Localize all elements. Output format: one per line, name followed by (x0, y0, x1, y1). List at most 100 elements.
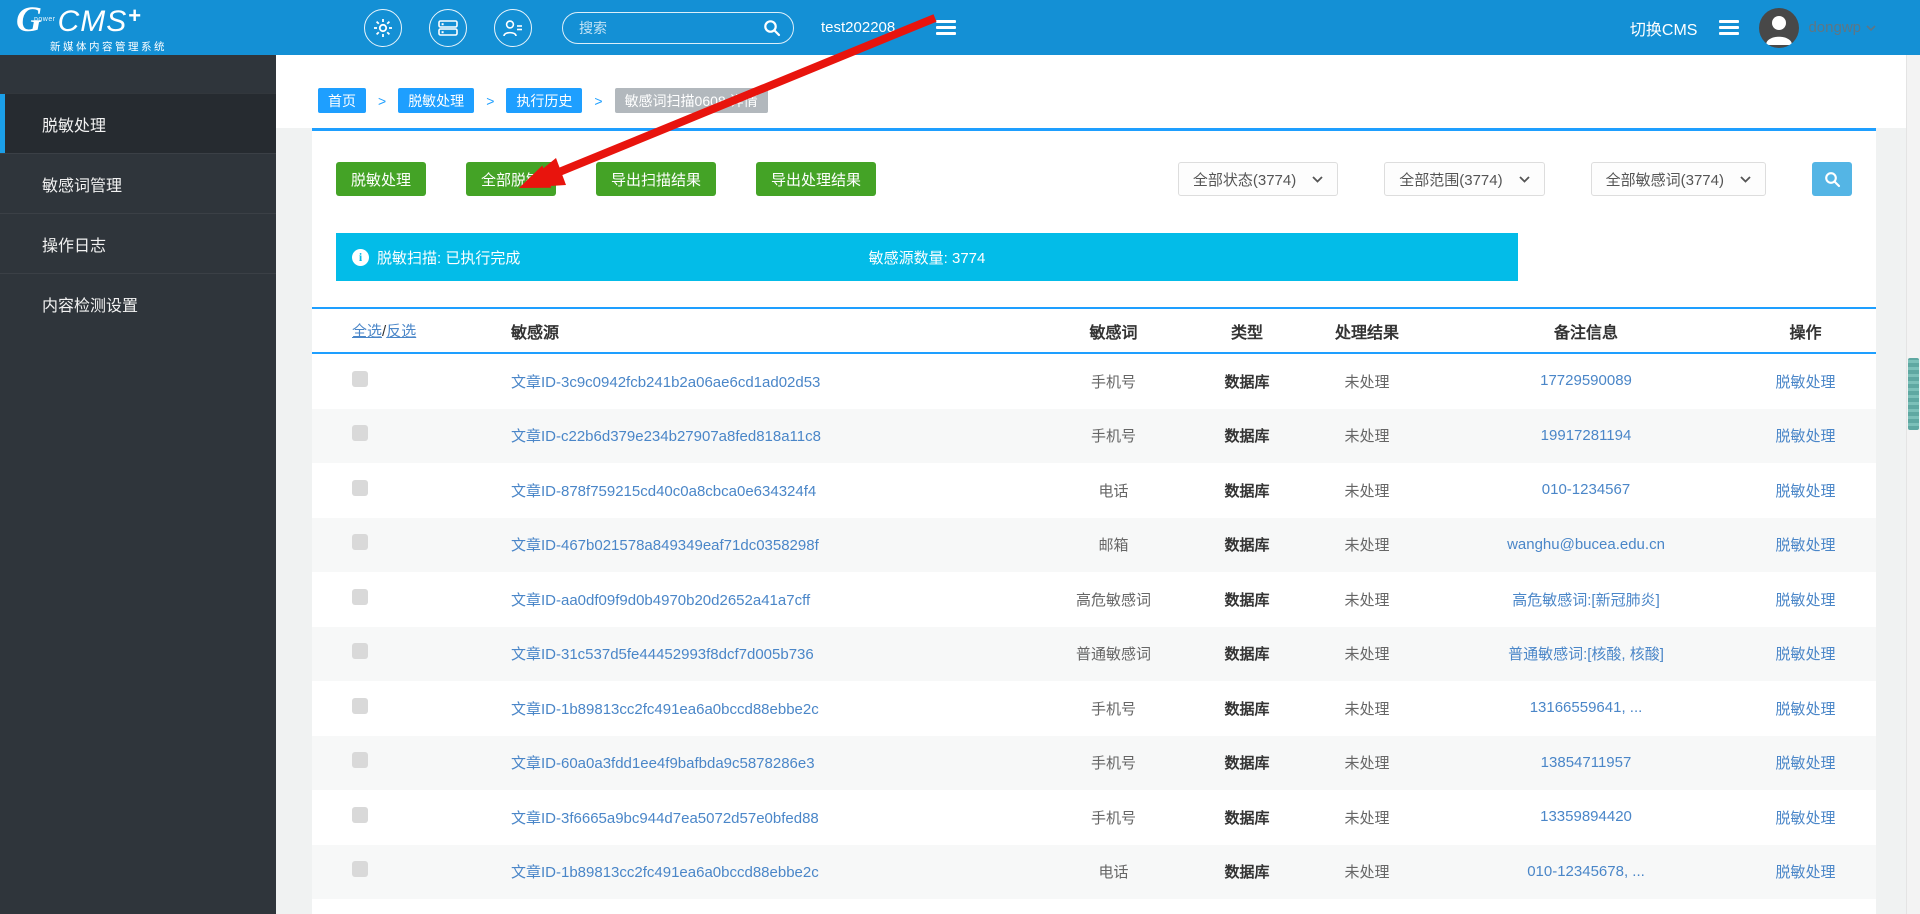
desensitize-action-link[interactable]: 脱敏处理 (1775, 428, 1835, 445)
source-link[interactable]: 文章ID-1b89813cc2fc491ea6a0bccd88ebbe2c (511, 864, 819, 881)
process-result-value: 未处理 (1344, 809, 1390, 827)
invert-select-link[interactable]: 反选 (386, 323, 416, 340)
modules-button[interactable] (429, 8, 467, 47)
remark-link[interactable]: 010-1234567 (1542, 481, 1630, 498)
desensitize-action-link[interactable]: 脱敏处理 (1775, 810, 1835, 827)
main-menu-icon[interactable] (1719, 20, 1740, 35)
desensitize-action-link[interactable]: 脱敏处理 (1775, 374, 1835, 391)
desensitize-all-button[interactable]: 全部脱敏 (466, 162, 557, 196)
row-checkbox[interactable] (352, 861, 368, 878)
process-result-value: 未处理 (1344, 700, 1390, 718)
scan-status-bar: i 脱敏扫描: 已执行完成 敏感源数量: 3774 (336, 233, 1518, 281)
source-link[interactable]: 文章ID-3c9c0942fcb241b2a06ae6cd1ad02d53 (511, 374, 820, 391)
desensitize-action-link[interactable]: 脱敏处理 (1775, 701, 1835, 718)
status-filter-dropdown[interactable]: 全部状态(3774) (1177, 162, 1339, 196)
breadcrumb-home[interactable]: 首页 (318, 88, 366, 113)
remark-link[interactable]: 19917281194 (1541, 427, 1632, 444)
desensitize-action-link[interactable]: 脱敏处理 (1775, 483, 1835, 500)
filter-search-button[interactable] (1812, 162, 1852, 196)
remark-link[interactable]: 010-12345678, ... (1527, 863, 1645, 880)
chevron-down-icon (1740, 175, 1751, 183)
row-checkbox[interactable] (352, 479, 368, 496)
source-link[interactable]: 文章ID-31c537d5fe44452993f8dcf7d005b736 (511, 646, 814, 663)
row-checkbox[interactable] (352, 425, 368, 442)
process-result-value: 未处理 (1344, 428, 1390, 446)
sidebar-item-content-detection[interactable]: 内容检测设置 (0, 273, 276, 333)
row-checkbox[interactable] (352, 370, 368, 387)
right-gutter (1876, 128, 1906, 914)
username-dropdown[interactable]: dongwp (1808, 19, 1876, 36)
row-checkbox[interactable] (352, 806, 368, 823)
row-checkbox[interactable] (352, 534, 368, 551)
export-scan-result-button[interactable]: 导出扫描结果 (596, 162, 717, 196)
remark-link[interactable]: 普通敏感词:[核酸, 核酸] (1508, 646, 1664, 663)
source-link[interactable]: 文章ID-878f759215cd40c0a8cbca0e634324f4 (511, 483, 816, 500)
sidebar-item-operation-log[interactable]: 操作日志 (0, 213, 276, 273)
source-link[interactable]: 文章ID-c22b6d379e234b27907a8fed818a11c8 (511, 428, 821, 445)
row-checkbox[interactable] (352, 588, 368, 605)
source-link[interactable]: 文章ID-3f6665a9bc944d7ea5072d57e0bfed88 (511, 810, 819, 827)
word-filter-dropdown[interactable]: 全部敏感词(3774) (1590, 162, 1766, 196)
workspace-label[interactable]: test202208 ... (821, 19, 912, 36)
breadcrumb-desensitize[interactable]: 脱敏处理 (398, 88, 475, 113)
desensitize-action-link[interactable]: 脱敏处理 (1775, 592, 1835, 609)
chevron-down-icon (1518, 175, 1530, 183)
sensitive-word-value: 高危敏感词 (1075, 591, 1151, 609)
workspace-menu-icon[interactable] (935, 20, 956, 35)
table-row: 文章ID-aa0df09f9d0b4970b20d2652a41a7cff 高危… (312, 572, 1876, 627)
col-header-source: 敏感源 (511, 324, 560, 342)
main-content: 首页 > 脱敏处理 > 执行历史 > 敏感词扫描0608 详情 脱敏处理 全部脱… (276, 55, 1920, 914)
source-link[interactable]: 文章ID-60a0a3fdd1ee4f9bafbda9c5878286e3 (511, 755, 815, 772)
remark-link[interactable]: 13854711957 (1541, 754, 1632, 771)
server-list-icon (438, 19, 458, 36)
breadcrumb-separator: > (486, 92, 495, 109)
source-link[interactable]: 文章ID-467b021578a849349eaf71dc0358298f (511, 537, 819, 554)
process-result-value: 未处理 (1344, 373, 1390, 391)
row-checkbox[interactable] (352, 643, 368, 660)
desensitize-action-link[interactable]: 脱敏处理 (1775, 646, 1835, 663)
user-avatar[interactable] (1759, 7, 1800, 48)
row-checkbox[interactable] (352, 697, 368, 714)
search-icon[interactable] (763, 19, 781, 37)
sensitive-word-value: 邮箱 (1098, 537, 1129, 555)
global-search-box (562, 11, 794, 44)
scope-filter-value: 全部范围(3774) (1399, 171, 1503, 189)
col-header-remark: 备注信息 (1553, 324, 1618, 342)
sensitive-word-value: 电话 (1098, 864, 1129, 882)
user-management-button[interactable] (494, 8, 532, 47)
sidebar-item-label: 操作日志 (42, 237, 107, 255)
search-input[interactable] (579, 19, 763, 36)
export-process-result-button[interactable]: 导出处理结果 (756, 162, 877, 196)
desensitize-button[interactable]: 脱敏处理 (336, 162, 427, 196)
sensitive-word-value: 手机号 (1090, 809, 1136, 827)
source-count-text: 敏感源数量: 3774 (868, 249, 986, 267)
source-type-value: 数据库 (1224, 700, 1270, 718)
remark-link[interactable]: 13166559641, ... (1530, 699, 1643, 716)
row-checkbox[interactable] (352, 752, 368, 769)
chevron-down-icon (1312, 175, 1323, 183)
sensitive-word-value: 电话 (1098, 482, 1129, 500)
table-body: 文章ID-3c9c0942fcb241b2a06ae6cd1ad02d53 手机… (312, 354, 1876, 899)
user-list-icon (503, 19, 522, 36)
remark-link[interactable]: 13359894420 (1540, 808, 1632, 825)
desensitize-action-link[interactable]: 脱敏处理 (1775, 537, 1835, 554)
remark-link[interactable]: 17729590089 (1540, 372, 1632, 389)
remark-link[interactable]: wanghu@bucea.edu.cn (1507, 536, 1665, 553)
breadcrumb-separator: > (378, 92, 387, 109)
desensitize-action-link[interactable]: 脱敏处理 (1775, 755, 1835, 772)
toolbar: 脱敏处理 全部脱敏 导出扫描结果 导出处理结果 全部状态(3774) 全部范围(… (312, 162, 1876, 196)
scrollbar-thumb[interactable] (1908, 358, 1919, 430)
source-link[interactable]: 文章ID-aa0df09f9d0b4970b20d2652a41a7cff (511, 592, 810, 609)
sidebar-item-sensitive-words[interactable]: 敏感词管理 (0, 153, 276, 213)
breadcrumb-exec-history[interactable]: 执行历史 (506, 88, 583, 113)
sidebar-item-desensitize[interactable]: 脱敏处理 (0, 93, 276, 153)
source-link[interactable]: 文章ID-1b89813cc2fc491ea6a0bccd88ebbe2c (511, 701, 819, 718)
remark-link[interactable]: 高危敏感词:[新冠肺炎] (1512, 592, 1660, 609)
switch-cms-button[interactable]: 切换CMS (1630, 16, 1698, 40)
vertical-scrollbar[interactable] (1906, 55, 1920, 914)
select-all-link[interactable]: 全选 (352, 323, 382, 340)
app-logo[interactable]: G power CMS + 新媒体内容管理系统 (0, 1, 276, 54)
settings-gear-button[interactable] (364, 8, 402, 47)
scope-filter-dropdown[interactable]: 全部范围(3774) (1384, 162, 1545, 196)
desensitize-action-link[interactable]: 脱敏处理 (1775, 864, 1835, 881)
